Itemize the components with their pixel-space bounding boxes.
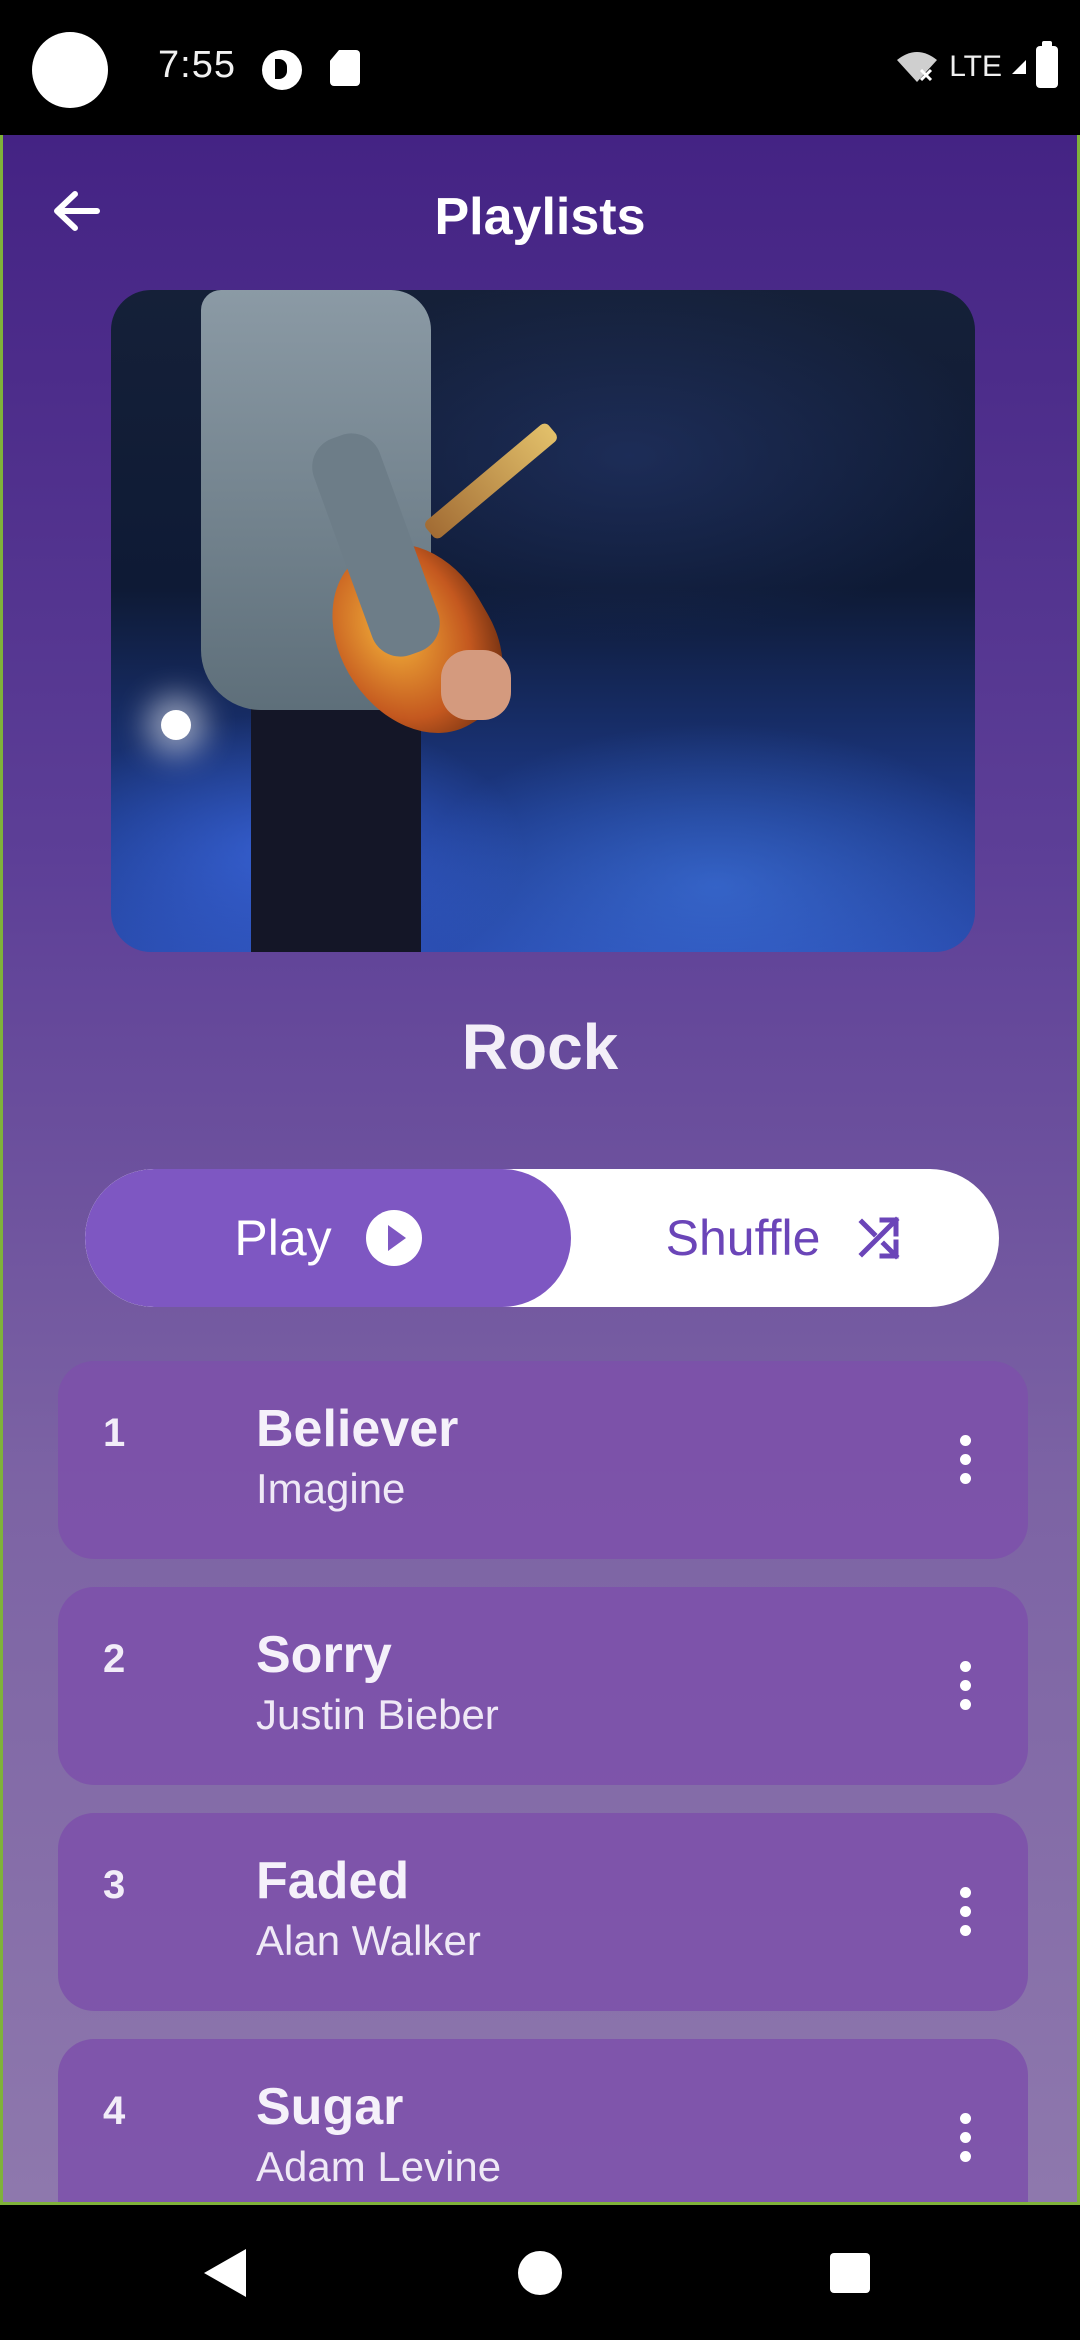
shuffle-label: Shuffle bbox=[665, 1210, 821, 1266]
recents-square-icon[interactable] bbox=[830, 2253, 870, 2293]
battery-icon bbox=[1036, 41, 1058, 88]
guitar-neck bbox=[422, 421, 560, 541]
playlist-screen: Playlists Rock Play Shuffle 1 Believer I… bbox=[0, 135, 1080, 2205]
page-title: Playlists bbox=[434, 188, 646, 246]
track-number: 4 bbox=[103, 2089, 126, 2133]
track-number: 1 bbox=[103, 1411, 126, 1455]
network-type: LTE bbox=[949, 50, 1002, 83]
phone-screen: 7:55 LTE Playlists Rock Play Shuffle 1 B… bbox=[0, 0, 1080, 2340]
track-number: 2 bbox=[103, 1637, 126, 1681]
track-artist: Justin Bieber bbox=[256, 1691, 499, 1738]
playlist-name: Rock bbox=[461, 1011, 619, 1083]
track-row[interactable]: 3 Faded Alan Walker bbox=[58, 1813, 1028, 2011]
guitarist-hand bbox=[441, 650, 511, 720]
more-vert-icon[interactable] bbox=[958, 1887, 972, 1937]
track-title: Believer bbox=[256, 1400, 459, 1458]
playlist-cover-image bbox=[111, 290, 975, 952]
track-artist: Imagine bbox=[256, 1465, 406, 1512]
track-number: 3 bbox=[103, 1863, 126, 1907]
tasker-icon bbox=[262, 50, 302, 90]
back-triangle-icon[interactable] bbox=[204, 2249, 246, 2297]
system-nav-bar bbox=[0, 2205, 1080, 2340]
track-row[interactable]: 4 Sugar Adam Levine bbox=[58, 2039, 1028, 2202]
track-title: Faded bbox=[256, 1852, 410, 1910]
shuffle-icon bbox=[858, 1216, 900, 1260]
status-bar: 7:55 LTE bbox=[0, 0, 1080, 135]
track-title: Sugar bbox=[256, 2078, 404, 2136]
sd-card-icon bbox=[330, 50, 360, 86]
top-app-bar: Playlists bbox=[3, 135, 1077, 275]
shuffle-button[interactable]: Shuffle bbox=[571, 1169, 999, 1307]
track-artist: Adam Levine bbox=[256, 2143, 502, 2190]
track-row[interactable]: 2 Sorry Justin Bieber bbox=[58, 1587, 1028, 1785]
camera-cutout bbox=[32, 32, 108, 108]
status-time: 7:55 bbox=[158, 44, 236, 86]
track-artist: Alan Walker bbox=[256, 1917, 481, 1964]
play-circle-icon bbox=[365, 1210, 422, 1266]
play-shuffle-toggle: Play Shuffle bbox=[85, 1169, 999, 1307]
stage-light bbox=[161, 710, 191, 740]
more-vert-icon[interactable] bbox=[958, 2113, 972, 2163]
wifi-off-icon bbox=[897, 52, 938, 82]
home-circle-icon[interactable] bbox=[518, 2251, 562, 2295]
track-row[interactable]: 1 Believer Imagine bbox=[58, 1361, 1028, 1559]
signal-icon bbox=[1012, 60, 1026, 74]
track-title: Sorry bbox=[256, 1626, 392, 1684]
play-label: Play bbox=[234, 1210, 332, 1266]
status-right-group: LTE bbox=[895, 41, 1058, 88]
play-button[interactable]: Play bbox=[85, 1169, 571, 1307]
more-vert-icon[interactable] bbox=[958, 1435, 972, 1485]
more-vert-icon[interactable] bbox=[958, 1661, 972, 1711]
